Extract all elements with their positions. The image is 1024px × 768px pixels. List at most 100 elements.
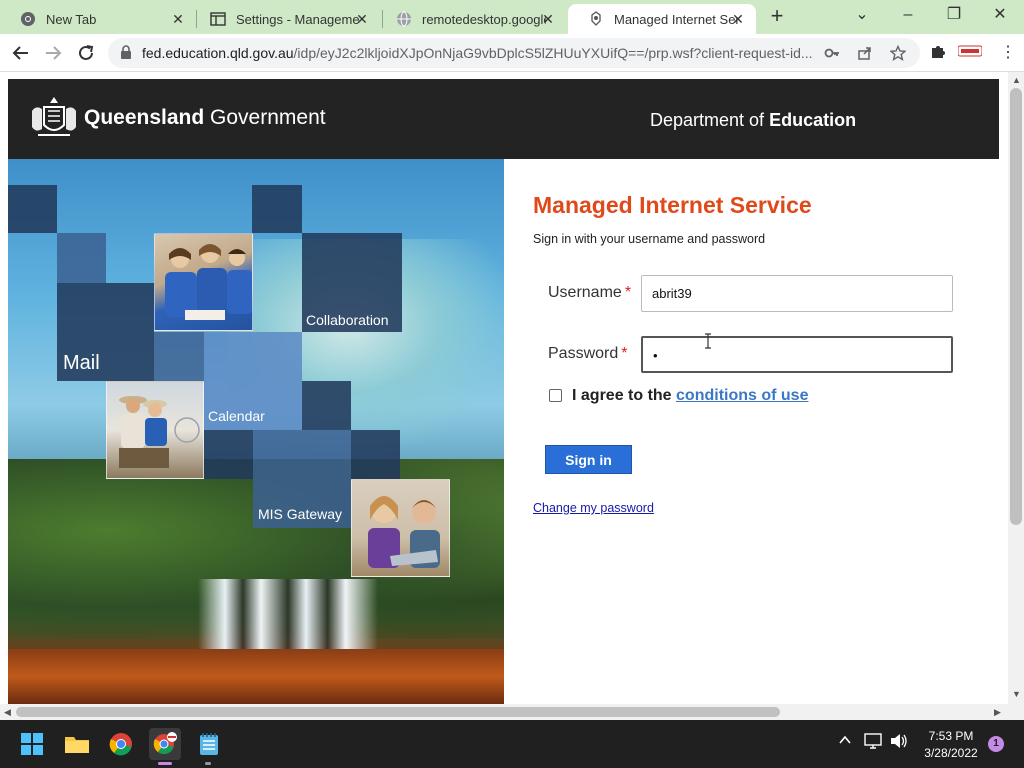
chrome-icon xyxy=(20,11,36,27)
star-icon[interactable] xyxy=(889,44,907,61)
agree-text: I agree to the conditions of use xyxy=(572,387,808,405)
clock-time: 7:53 PM xyxy=(928,729,974,743)
tab-label: remotedesktop.google xyxy=(422,11,546,27)
active-app-indicator xyxy=(158,762,172,765)
username-input[interactable] xyxy=(641,275,953,312)
system-clock[interactable]: 7:53 PM 3/28/2022 xyxy=(912,728,990,762)
share-icon[interactable] xyxy=(857,45,873,61)
url-path: /idp/eyJ2c2lkljoidXJpOnNjaG9vbDplcS5lZHU… xyxy=(293,45,813,61)
tab-label: New Tab xyxy=(46,11,97,27)
sign-in-button[interactable]: Sign in xyxy=(545,445,632,474)
qld-crest-icon xyxy=(588,11,604,27)
chrome-profile-taskbar-icon[interactable] xyxy=(149,728,181,760)
tab-label: Managed Internet Serv xyxy=(614,11,738,27)
required-marker: * xyxy=(624,284,632,301)
farmer-and-child-photo xyxy=(106,381,204,479)
required-marker: * xyxy=(621,345,628,362)
browser-toolbar: fed.education.qld.gov.au/idp/eyJ2c2lkljo… xyxy=(0,34,1024,72)
collage-tile xyxy=(351,430,400,479)
text-cursor-icon xyxy=(703,333,713,354)
globe-icon xyxy=(396,11,412,27)
extensions-puzzle-icon[interactable] xyxy=(930,43,946,64)
show-hidden-icons-chevron-icon[interactable] xyxy=(838,733,852,750)
agree-label: I agree to the xyxy=(572,387,672,404)
minimize-button[interactable]: – xyxy=(886,4,930,26)
close-icon[interactable]: ✕ xyxy=(540,11,556,27)
collage-tile xyxy=(204,430,253,479)
hero-collage: Mail Collaboration Calendar MIS Gateway xyxy=(8,159,504,704)
windows-start-icon[interactable] xyxy=(16,728,48,760)
forward-icon[interactable] xyxy=(40,40,66,66)
username-label: Username * xyxy=(548,284,631,302)
site-header: Queensland Government Department of Educ… xyxy=(8,79,999,159)
horizontal-scroll-thumb[interactable] xyxy=(16,707,780,717)
scroll-up-icon[interactable]: ▲ xyxy=(1012,75,1021,85)
mail-label: Mail xyxy=(63,352,100,374)
tab-remotedesktop[interactable]: remotedesktop.google ✕ xyxy=(376,4,566,34)
volume-icon[interactable] xyxy=(890,733,908,752)
vertical-scroll-thumb[interactable] xyxy=(1010,88,1022,525)
tab-managed-internet-service[interactable]: Managed Internet Serv ✕ xyxy=(568,4,756,34)
scroll-right-icon[interactable]: ▶ xyxy=(994,707,1001,718)
gov-title-bold: Queensland xyxy=(84,106,205,129)
scroll-down-icon[interactable]: ▼ xyxy=(1012,689,1021,699)
children-laptop-photo xyxy=(351,479,450,577)
chrome-taskbar-icon[interactable] xyxy=(105,728,137,760)
notification-badge[interactable]: 1 xyxy=(988,736,1004,752)
vertical-scrollbar[interactable]: ▲ ▼ xyxy=(1008,72,1024,704)
gov-title-regular: Government xyxy=(210,106,326,129)
dept-bold: Education xyxy=(769,110,857,130)
key-icon[interactable] xyxy=(824,45,840,61)
password-label-text: Password xyxy=(548,345,619,362)
network-icon[interactable] xyxy=(864,733,882,752)
settings-page-icon xyxy=(210,11,226,27)
queensland-crest-logo xyxy=(28,93,80,148)
change-password-link[interactable]: Change my password xyxy=(533,501,654,515)
running-app-indicator xyxy=(205,762,211,765)
dept-prefix: Department of xyxy=(650,110,765,130)
url-text[interactable]: fed.education.qld.gov.au/idp/eyJ2c2lkljo… xyxy=(142,45,814,61)
notepad-icon[interactable] xyxy=(193,728,225,760)
tab-search-chevron-icon[interactable]: ⌄ xyxy=(840,4,884,26)
page-subtitle: Sign in with your username and password xyxy=(533,232,766,246)
address-bar[interactable]: fed.education.qld.gov.au/idp/eyJ2c2lkljo… xyxy=(108,38,920,68)
url-host: fed.education.qld.gov.au xyxy=(142,45,294,61)
collaboration-label: Collaboration xyxy=(306,312,389,328)
government-title: Queensland Government xyxy=(84,106,326,130)
new-tab-button[interactable]: + xyxy=(766,5,788,28)
taskbar: 7:53 PM 3/28/2022 xyxy=(0,720,1024,768)
department-title: Department of Education xyxy=(650,110,856,131)
horizontal-scrollbar[interactable]: ◀ ▶ xyxy=(0,704,1024,720)
tab-new-tab[interactable]: New Tab ✕ xyxy=(0,4,196,34)
tab-settings[interactable]: Settings - Managemen ✕ xyxy=(190,4,380,34)
collage-tile xyxy=(302,381,351,430)
education-extension-icon[interactable] xyxy=(957,44,983,63)
back-icon[interactable] xyxy=(8,40,34,66)
agree-checkbox[interactable] xyxy=(549,389,562,402)
students-reading-photo xyxy=(154,233,253,331)
close-icon[interactable]: ✕ xyxy=(354,11,370,27)
collage-tile xyxy=(8,185,57,233)
menu-dots-icon[interactable]: ⋮ xyxy=(1000,42,1016,62)
close-icon[interactable]: ✕ xyxy=(170,11,186,27)
close-window-button[interactable]: ✕ xyxy=(978,4,1022,26)
collage-tile xyxy=(154,332,204,382)
username-label-text: Username xyxy=(548,284,622,301)
calendar-label: Calendar xyxy=(208,408,265,424)
password-input[interactable]: • xyxy=(641,336,953,373)
mis-gateway-label: MIS Gateway xyxy=(258,506,343,522)
tab-label: Settings - Managemen xyxy=(236,11,360,27)
reload-icon[interactable] xyxy=(73,40,99,66)
lock-icon[interactable] xyxy=(120,45,132,65)
scroll-left-icon[interactable]: ◀ xyxy=(4,707,11,718)
restore-button[interactable]: ❐ xyxy=(932,4,976,26)
rock-pool xyxy=(8,649,504,704)
close-icon[interactable]: ✕ xyxy=(730,11,746,27)
clock-date: 3/28/2022 xyxy=(924,746,978,760)
file-explorer-icon[interactable] xyxy=(61,728,93,760)
password-label: Password * xyxy=(548,345,627,363)
password-mask: • xyxy=(653,348,658,363)
conditions-of-use-link[interactable]: conditions of use xyxy=(676,387,808,404)
collage-tile xyxy=(57,233,106,283)
tab-strip: New Tab ✕ Settings - Managemen ✕ remoted… xyxy=(0,0,1024,34)
